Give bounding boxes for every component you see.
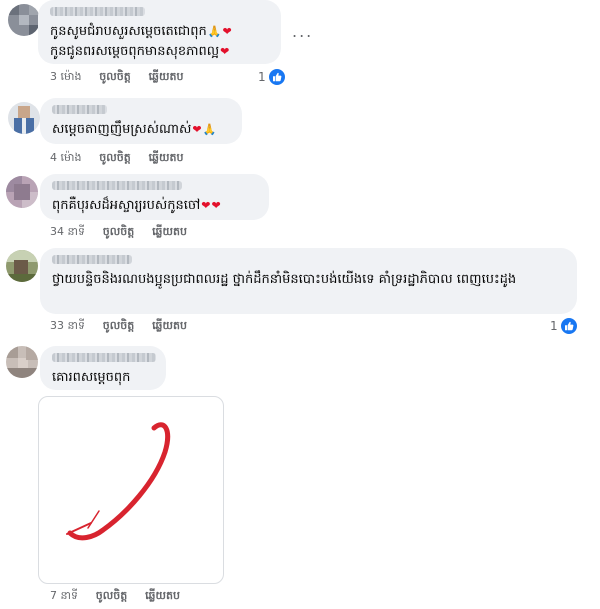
comment-timestamp[interactable]: 3 ម៉ោង <box>50 70 81 83</box>
comment-actions: 3 ម៉ោង ចូលចិត្ត ឆ្លើយតប <box>50 70 197 86</box>
sticker-image[interactable] <box>38 396 224 584</box>
more-options-button[interactable]: ... <box>292 22 313 41</box>
comment-text: ពុកគឺបុរសដ៏អស្ចារ្យរបស់កូនចៅ❤❤ <box>52 198 221 213</box>
comment-bubble: កូនសូមជំរាបសួរសម្តេចតេជោពុក🙏❤ កូនជូនពរសម… <box>38 0 281 64</box>
comment-timestamp[interactable]: 7 នាទី <box>50 589 78 602</box>
reply-button[interactable]: ឆ្លើយតប <box>149 70 184 83</box>
reply-button[interactable]: ឆ្លើយតប <box>145 589 180 602</box>
commenter-avatar[interactable] <box>8 102 40 134</box>
comment-timestamp[interactable]: 33 នាទី <box>50 319 85 332</box>
comment-bubble: គោរពសម្តេចពុក <box>40 346 166 390</box>
comment-actions: 4 ម៉ោង ចូលចិត្ត ឆ្លើយតប <box>50 151 197 167</box>
comment-bubble: សម្តេចតាញញឹមស្រស់ណាស់❤🙏 <box>40 98 242 144</box>
heart-icon: ❤ <box>192 123 202 136</box>
pray-icon: 🙏 <box>207 25 222 38</box>
comment-text: ថ្វាយបន្ទិចនិងរណបងប្អូនប្រជាពលរដ្ឋ ថ្នាក… <box>52 272 517 287</box>
reply-button[interactable]: ឆ្លើយតប <box>152 225 187 238</box>
commenter-avatar[interactable] <box>6 176 38 208</box>
comment-text: កូនសូមជំរាបសួរសម្តេចតេជោពុក🙏❤ <box>50 24 232 39</box>
comment-bubble: ថ្វាយបន្ទិចនិងរណបងប្អូនប្រជាពលរដ្ឋ ថ្នាក… <box>40 248 577 314</box>
comment-text: កូនជូនពរសម្តេចពុកមានសុខភាពល្អ❤ <box>50 44 230 59</box>
like-button[interactable]: ចូលចិត្ត <box>103 319 134 332</box>
like-button[interactable]: ចូលចិត្ត <box>96 589 127 602</box>
commenter-name[interactable] <box>52 353 156 362</box>
pray-icon: 🙏 <box>202 123 217 136</box>
check-sticker-icon <box>66 422 171 541</box>
commenter-avatar[interactable] <box>8 4 40 36</box>
comment-bubble: ពុកគឺបុរសដ៏អស្ចារ្យរបស់កូនចៅ❤❤ <box>40 174 269 220</box>
comment-actions: 34 នាទី ចូលចិត្ត ឆ្លើយតប <box>50 225 201 241</box>
like-button[interactable]: ចូលចិត្ត <box>99 151 130 164</box>
reaction-count[interactable]: 1 <box>258 68 286 86</box>
like-button[interactable]: ចូលចិត្ត <box>103 225 134 238</box>
heart-icon: ❤ <box>201 199 211 212</box>
comment-timestamp[interactable]: 4 ម៉ោង <box>50 151 81 164</box>
commenter-name[interactable] <box>52 255 132 264</box>
commenter-avatar[interactable] <box>6 250 38 282</box>
comment-timestamp[interactable]: 34 នាទី <box>50 225 85 238</box>
commenter-avatar[interactable] <box>6 346 38 378</box>
commenter-name[interactable] <box>52 181 182 190</box>
comment-actions: 33 នាទី ចូលចិត្ត ឆ្លើយតប <box>50 319 201 335</box>
reaction-count[interactable]: 1 <box>550 317 578 335</box>
like-icon <box>267 68 286 86</box>
comment-actions: 7 នាទី ចូលចិត្ត ឆ្លើយតប <box>50 589 194 605</box>
commenter-name[interactable] <box>50 7 145 16</box>
comment-text: សម្តេចតាញញឹមស្រស់ណាស់❤🙏 <box>52 122 217 137</box>
heart-icon: ❤ <box>211 199 221 212</box>
comment-text: គោរពសម្តេចពុក <box>52 370 131 385</box>
like-icon <box>559 317 578 335</box>
reply-button[interactable]: ឆ្លើយតប <box>152 319 187 332</box>
commenter-name[interactable] <box>52 105 107 114</box>
heart-icon: ❤ <box>220 45 230 58</box>
heart-icon: ❤ <box>222 25 232 38</box>
reply-button[interactable]: ឆ្លើយតប <box>149 151 184 164</box>
like-button[interactable]: ចូលចិត្ត <box>99 70 130 83</box>
